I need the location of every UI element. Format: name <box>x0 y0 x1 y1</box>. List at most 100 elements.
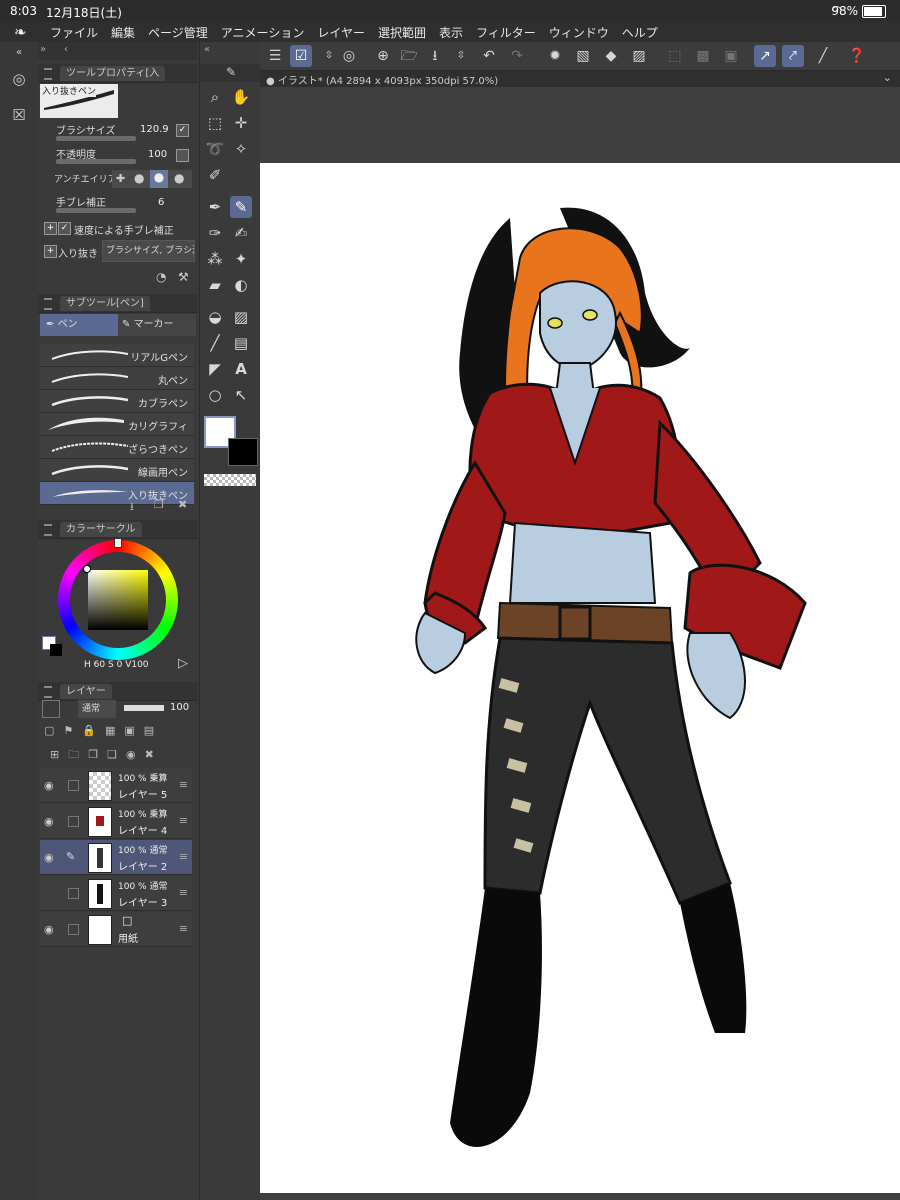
transparent-color-chip[interactable] <box>204 474 256 486</box>
lock-icon[interactable]: 🔒 <box>82 724 105 737</box>
canvas-paper[interactable] <box>260 163 900 1193</box>
brush-size-slider[interactable] <box>56 136 136 141</box>
gradient-tool-icon[interactable]: ▨ <box>230 306 252 328</box>
eyedropper-tool-icon[interactable]: ✐ <box>204 164 226 186</box>
layer-opacity-slider[interactable] <box>124 705 164 711</box>
opacity-pressure-toggle[interactable] <box>176 149 189 162</box>
layer-row-paper[interactable]: ◉ □ 用紙 ≡ <box>40 912 192 947</box>
menu-view[interactable]: 表示 <box>439 24 463 41</box>
loading-icon[interactable]: ✹ <box>544 45 566 67</box>
wrench-icon[interactable]: ⚒ <box>178 270 189 284</box>
layer-handle-icon[interactable]: ≡ <box>179 814 188 827</box>
delete-layer-icon[interactable]: ✖ <box>145 748 163 761</box>
correct-line-tool-icon[interactable]: ↖ <box>230 384 252 406</box>
antialias-weak-icon[interactable]: ● <box>134 171 144 185</box>
visibility-eye-icon[interactable]: ◉ <box>44 851 54 864</box>
layer-row[interactable]: ◉ 100 % 乗算 レイヤー 5 ≡ <box>40 768 192 803</box>
app-logo-icon[interactable]: ❧ <box>14 23 27 41</box>
open-file-icon[interactable]: 🗁 <box>398 45 420 67</box>
layer-row[interactable]: 100 % 通常 レイヤー 3 ≡ <box>40 876 192 911</box>
tab-tool-property[interactable]: ツールプロパティ[入 <box>60 66 166 81</box>
clip-icon[interactable]: ▢ <box>44 724 63 737</box>
layer-row[interactable]: ◉ 100 % 乗算 レイヤー 4 ≡ <box>40 804 192 839</box>
navigator-icon[interactable]: ◎ <box>10 70 28 88</box>
updown-icon[interactable]: ⇳ <box>450 45 472 67</box>
invert-selection-icon[interactable]: ▩ <box>692 45 714 67</box>
help-icon[interactable]: ❓ <box>846 45 868 67</box>
grip-icon[interactable] <box>44 524 52 536</box>
collapse-icon[interactable]: » <box>40 44 46 55</box>
hand-tool-icon[interactable]: ✋ <box>230 86 252 108</box>
layer-opacity-value[interactable]: 100 <box>170 702 189 713</box>
hue-picker-handle[interactable] <box>114 538 122 548</box>
collapse-icon[interactable]: « <box>204 44 210 55</box>
layer-lock-toggle[interactable] <box>68 924 79 935</box>
close-panel-icon[interactable]: ☒ <box>10 106 28 124</box>
saturation-value-square[interactable] <box>88 570 148 630</box>
menu-selection[interactable]: 選択範囲 <box>378 24 426 41</box>
subtool-item[interactable]: カリグラフィ <box>40 413 194 436</box>
move-tool-icon[interactable]: ✛ <box>230 112 252 134</box>
antialias-strong-icon[interactable]: ● <box>174 171 184 185</box>
grip-icon[interactable] <box>44 686 52 698</box>
frame-tool-icon[interactable]: ▤ <box>230 332 252 354</box>
menu-edit[interactable]: 編集 <box>111 24 135 41</box>
opacity-value[interactable]: 100 <box>148 149 167 160</box>
subtool-item[interactable]: 入り抜きペン <box>40 482 194 505</box>
fill-selection-icon[interactable]: ◆ <box>600 45 622 67</box>
snap-special-ruler-icon[interactable]: ⤤ <box>782 45 804 67</box>
stabilize-value[interactable]: 6 <box>158 197 164 208</box>
brush-size-value[interactable]: 120.9 <box>140 124 169 135</box>
color-wheel[interactable] <box>58 538 178 660</box>
subtool-group-pen[interactable]: ✒ ペン <box>40 314 118 336</box>
fill-tool-icon[interactable]: ◒ <box>204 306 226 328</box>
menu-animation[interactable]: アニメーション <box>221 24 305 41</box>
menu-page[interactable]: ページ管理 <box>148 24 208 41</box>
document-tab[interactable]: ● イラスト* (A4 2894 x 4093px 350dpi 57.0%) … <box>260 71 900 87</box>
text-tool-icon[interactable]: A <box>230 358 252 380</box>
layer-handle-icon[interactable]: ≡ <box>179 778 188 791</box>
layer-row-selected[interactable]: ◉ ✎ 100 % 通常 レイヤー 2 ≡ <box>40 840 192 875</box>
tone-icon[interactable]: ▨ <box>628 45 650 67</box>
copy-icon[interactable]: ❑ <box>107 748 126 761</box>
brush-size-pressure-toggle[interactable]: ✓ <box>176 124 189 137</box>
antialias-medium-icon[interactable]: ● <box>150 170 168 188</box>
subtool-group-marker[interactable]: ✎ マーカー <box>118 314 196 336</box>
hamburger-menu-icon[interactable]: ☰ <box>264 45 286 67</box>
redo-icon[interactable]: ↷ <box>506 45 528 67</box>
taper-select[interactable]: ブラシサイズ, ブラシ濃 <box>102 240 195 262</box>
subtool-item[interactable]: 丸ペン <box>40 367 194 390</box>
lasso-tool-icon[interactable]: ➰ <box>204 138 226 160</box>
visibility-eye-icon[interactable]: ◉ <box>44 923 54 936</box>
new-layer-icon[interactable]: ⊞ <box>50 748 68 761</box>
lock-alpha-icon[interactable]: ▦ <box>105 724 124 737</box>
tab-color-circle[interactable]: カラーサークル <box>60 522 142 537</box>
merge-icon[interactable]: ❐ <box>88 748 107 761</box>
tab-subtool[interactable]: サブツール[ペン] <box>60 296 150 311</box>
layer-handle-icon[interactable]: ≡ <box>179 850 188 863</box>
zoom-tool-icon[interactable]: ⌕ <box>204 86 226 108</box>
menu-file[interactable]: ファイル <box>50 24 98 41</box>
stabilize-slider[interactable] <box>56 208 136 213</box>
antialias-none-icon[interactable]: ✚ <box>116 172 125 185</box>
back-icon[interactable]: ‹ <box>64 44 68 55</box>
settings-icon[interactable]: ◎ <box>338 45 360 67</box>
subtool-item[interactable]: 線画用ペン <box>40 459 194 482</box>
clock-icon[interactable]: ◔ <box>156 270 166 284</box>
new-folder-icon[interactable]: 🗀 <box>68 748 88 761</box>
subtool-duplicate-icon[interactable]: ❐ <box>154 498 164 511</box>
layer-type-icon[interactable] <box>42 700 60 718</box>
chevron-down-icon[interactable]: ⌄ <box>883 71 892 84</box>
quick-access-icon[interactable]: ☑ <box>290 45 312 67</box>
airbrush-tool-icon[interactable]: ✍ <box>230 222 252 244</box>
pen-tab-icon[interactable]: ✎ <box>226 65 236 79</box>
figure-tool-icon[interactable]: ╱ <box>204 332 226 354</box>
updown-icon[interactable]: ⇳ <box>318 45 340 67</box>
menu-filter[interactable]: フィルター <box>476 24 536 41</box>
blend-tool-icon[interactable]: ◐ <box>230 274 252 296</box>
layer-lock-toggle[interactable] <box>68 780 79 791</box>
visibility-eye-icon[interactable]: ◉ <box>44 779 54 792</box>
blend-mode-select[interactable]: 通常 <box>78 700 116 718</box>
decoration-tool-icon[interactable]: ⁂ <box>204 248 226 270</box>
menu-help[interactable]: ヘルプ <box>622 24 658 41</box>
